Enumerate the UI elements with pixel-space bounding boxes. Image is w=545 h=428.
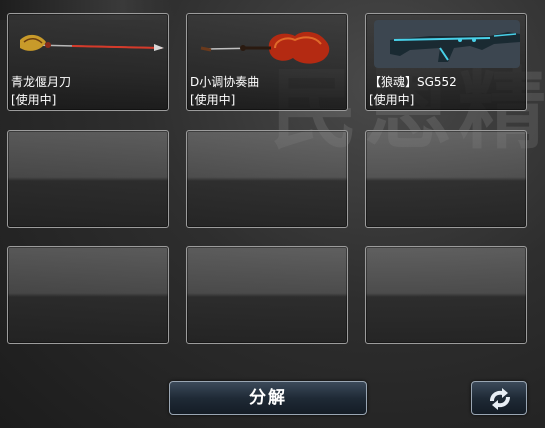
- rifle-icon: [374, 20, 520, 68]
- slot-1-status: [使用中]: [11, 93, 57, 107]
- crescent-blade-icon: [20, 34, 164, 51]
- inventory-slot-1[interactable]: 青龙偃月刀 [使用中]: [7, 13, 169, 111]
- inventory-slot-5[interactable]: [186, 130, 348, 228]
- refresh-button[interactable]: [471, 381, 527, 415]
- inventory-slot-3[interactable]: 【狼魂】SG552 [使用中]: [365, 13, 527, 111]
- inventory-slot-9[interactable]: [365, 246, 527, 344]
- decompose-button[interactable]: 分解: [169, 381, 367, 415]
- inventory-slot-8[interactable]: [186, 246, 348, 344]
- slot-2-status: [使用中]: [190, 93, 236, 107]
- inventory-slot-7[interactable]: [7, 246, 169, 344]
- slot-2-name: D小调协奏曲: [190, 75, 260, 89]
- slot-1-name: 青龙偃月刀: [11, 75, 72, 89]
- inventory-slot-4[interactable]: [7, 130, 169, 228]
- inventory-slot-6[interactable]: [365, 130, 527, 228]
- violin-icon: [200, 31, 330, 64]
- inventory-slot-2[interactable]: D小调协奏曲 [使用中]: [186, 13, 348, 111]
- slot-3-status: [使用中]: [369, 93, 415, 107]
- slot-3-name: 【狼魂】SG552: [369, 75, 457, 89]
- refresh-arrows-icon: [490, 388, 510, 410]
